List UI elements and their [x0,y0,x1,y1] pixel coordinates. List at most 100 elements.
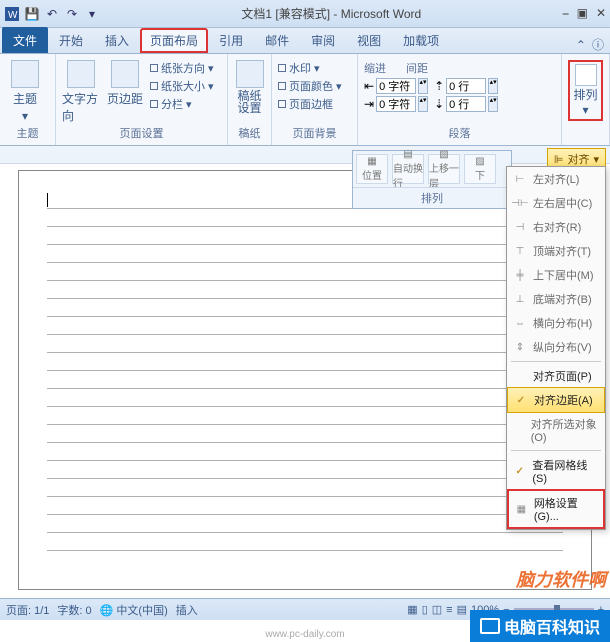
view-outline-icon[interactable]: ≡ [446,604,452,616]
page-color-icon [278,82,286,90]
align-bottom-item[interactable]: ⊥底端对齐(B) [507,287,605,311]
language-status[interactable]: 🌐 中文(中国) [100,602,168,618]
page-count[interactable]: 页面: 1/1 [6,602,49,618]
align-center-v-item[interactable]: ╪上下居中(M) [507,263,605,287]
ribbon: 主题▾ 主题 文字方向 页边距 纸张方向 ▾ 纸张大小 ▾ 分栏 ▾ 页面设置 … [0,54,610,146]
align-right-item[interactable]: ⊣右对齐(R) [507,215,605,239]
group-label-manuscript: 稿纸 [234,125,265,143]
restore-button[interactable]: ▣ [577,6,588,21]
indent-right-icon: ⇥ [364,97,374,111]
view-draft-icon[interactable]: ▤ [457,603,467,616]
tab-page-layout[interactable]: 页面布局 [140,28,208,53]
indent-right-input[interactable] [376,96,416,112]
wrap-text-button[interactable]: ▤自动换行 [392,154,424,184]
view-fullscreen-icon[interactable]: ▯ [422,603,428,616]
send-backward-button[interactable]: ▨下 [464,154,496,184]
margins-icon [111,60,139,88]
tab-addins[interactable]: 加载项 [392,27,450,53]
tab-references[interactable]: 引用 [208,27,254,53]
close-button[interactable]: ✕ [596,6,606,21]
distribute-h-item[interactable]: ⇔横向分布(H) [507,311,605,335]
dropdown-separator [511,361,601,362]
tab-home[interactable]: 开始 [48,27,94,53]
align-center-h-item[interactable]: ⊣⊢左右居中(C) [507,191,605,215]
help-icon[interactable]: ⓘ [592,36,604,53]
size-icon [150,82,158,90]
page-color-button[interactable]: 页面颜色 ▾ [278,78,342,94]
spacing-after-icon: ⇣ [434,97,444,111]
dropdown-separator [511,450,601,451]
group-page-background: 水印 ▾ 页面颜色 ▾ 页面边框 页面背景 [272,54,358,145]
view-gridlines-item[interactable]: ✓查看网格线(S) [507,453,605,489]
spacing-before-input[interactable] [446,78,486,94]
text-direction-label: 文字方向 [62,90,100,124]
distribute-v-item[interactable]: ⇕纵向分布(V) [507,335,605,359]
themes-button[interactable]: 主题▾ [6,60,44,123]
align-left-item[interactable]: ⊢左对齐(L) [507,167,605,191]
group-label-paragraph: 段落 [364,125,555,143]
tab-view[interactable]: 视图 [346,27,392,53]
orientation-icon [150,64,158,72]
grid-settings-item[interactable]: ▦网格设置(G)... [507,489,605,529]
align-right-icon: ⊣ [513,220,527,234]
arrange-icon [575,64,597,86]
insert-mode[interactable]: 插入 [176,602,198,618]
distribute-v-icon: ⇕ [513,340,527,354]
group-manuscript: 稿纸 设置 稿纸 [228,54,272,145]
indent-label: 缩进 [364,60,386,76]
orientation-button[interactable]: 纸张方向 ▾ [150,60,214,76]
columns-button[interactable]: 分栏 ▾ [150,96,214,112]
bring-forward-button[interactable]: ▧上移一层 [428,154,460,184]
horizontal-ruler[interactable] [0,146,610,164]
ribbon-tabs: 文件 开始 插入 页面布局 引用 邮件 审阅 视图 加载项 ⌃ ⓘ [0,28,610,54]
tab-mailings[interactable]: 邮件 [254,27,300,53]
align-dropdown: ⊢左对齐(L) ⊣⊢左右居中(C) ⊣右对齐(R) ⊤顶端对齐(T) ╪上下居中… [506,166,606,530]
arrange-mini-toolbar: ▦位置 ▤自动换行 ▧上移一层 ▨下 排列 [352,150,512,209]
align-to-margin-item[interactable]: ✓对齐边距(A) [507,387,605,413]
indent-right-spinner[interactable]: ⇥▴▾ [364,96,428,112]
text-direction-button[interactable]: 文字方向 [62,60,100,124]
group-paragraph: 缩进 间距 ⇤▴▾ ⇡▴▾ ⇥▴▾ ⇣▴▾ 段落 [358,54,562,145]
minimize-button[interactable]: ⎯ [563,6,569,21]
save-icon[interactable]: 💾 [24,6,40,22]
text-direction-icon [67,60,95,88]
themes-label: 主题 [13,90,37,107]
tab-insert[interactable]: 插入 [94,27,140,53]
manuscript-button[interactable]: 稿纸 设置 [234,60,265,114]
align-top-item[interactable]: ⊤顶端对齐(T) [507,239,605,263]
spacing-after-input[interactable] [446,96,486,112]
position-button[interactable]: ▦位置 [356,154,388,184]
page-border-button[interactable]: 页面边框 [278,96,342,112]
tab-file[interactable]: 文件 [2,27,48,53]
view-web-icon[interactable]: ◫ [432,603,442,616]
undo-icon[interactable]: ↶ [44,6,60,22]
arrange-button[interactable]: 排列 ▾ [568,60,603,121]
indent-left-icon: ⇤ [364,79,374,93]
margins-button[interactable]: 页边距 [106,60,144,107]
align-top-icon: ⊤ [513,244,527,258]
spacing-before-spinner[interactable]: ⇡▴▾ [434,78,498,94]
align-to-page-item[interactable]: 对齐页面(P) [507,364,605,388]
svg-text:W: W [8,10,18,21]
collapse-ribbon-icon[interactable]: ⌃ [576,38,586,52]
grid-icon: ▦ [515,502,528,516]
size-button[interactable]: 纸张大小 ▾ [150,78,214,94]
word-count[interactable]: 字数: 0 [57,602,91,618]
align-to-selected-item[interactable]: 对齐所选对象(O) [507,412,605,448]
align-left-icon: ⊢ [513,172,527,186]
view-print-layout-icon[interactable]: ▦ [407,603,417,616]
check-icon: ✓ [513,464,526,478]
group-label-pagebg: 页面背景 [278,125,351,143]
spacing-after-spinner[interactable]: ⇣▴▾ [434,96,498,112]
qat-more-icon[interactable]: ▾ [84,6,100,22]
page-border-icon [278,100,286,108]
align-bottom-icon: ⊥ [513,292,527,306]
watermark-button[interactable]: 水印 ▾ [278,60,342,76]
indent-left-input[interactable] [376,78,416,94]
source-watermark: 脑力软件啊 [516,566,606,592]
indent-left-spinner[interactable]: ⇤▴▾ [364,78,428,94]
redo-icon[interactable]: ↷ [64,6,80,22]
watermark-icon [278,64,286,72]
align-icon: ⊫ [554,153,564,166]
tab-review[interactable]: 审阅 [300,27,346,53]
